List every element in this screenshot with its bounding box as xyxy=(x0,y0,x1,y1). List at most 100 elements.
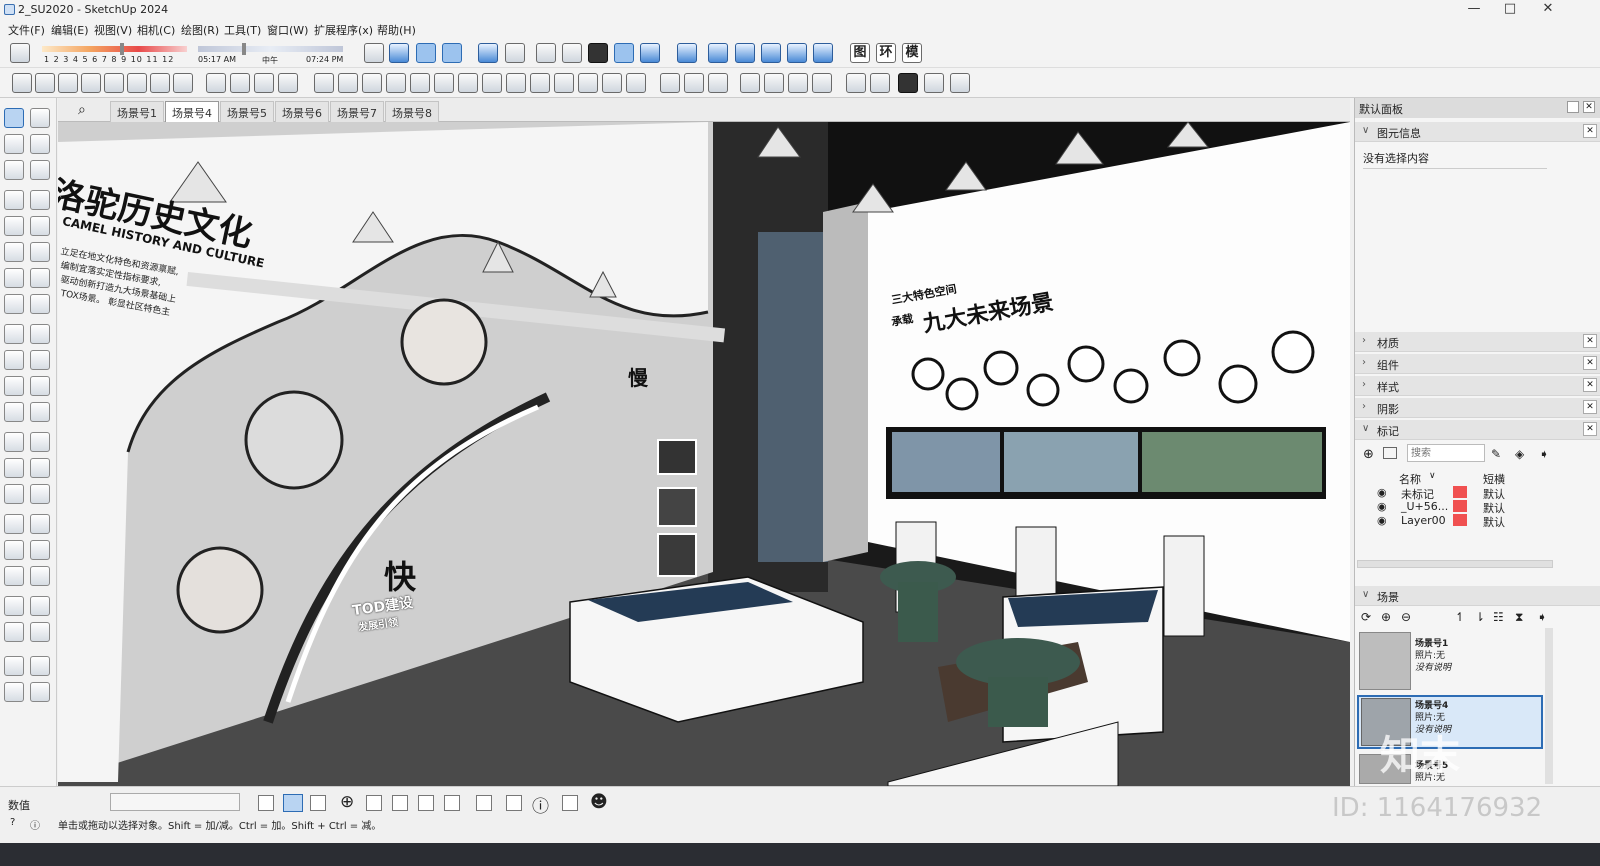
status-tool-1-icon[interactable] xyxy=(258,795,274,811)
solid-icon[interactable] xyxy=(898,73,918,93)
back-edges-icon[interactable] xyxy=(416,43,436,63)
date-slider[interactable] xyxy=(42,46,187,52)
zoom-extents-icon[interactable] xyxy=(4,566,24,586)
time-slider-handle[interactable] xyxy=(242,43,246,55)
wall-icon[interactable] xyxy=(58,73,78,93)
wave-1-icon[interactable] xyxy=(684,73,704,93)
tab-scene-6[interactable]: 场景号6 xyxy=(275,101,329,122)
tool-14-icon[interactable] xyxy=(626,73,646,93)
tool-1-icon[interactable] xyxy=(314,73,334,93)
columns-icon[interactable] xyxy=(812,73,832,93)
eye-icon[interactable]: ◉ xyxy=(1377,500,1387,513)
orbit-tool-icon[interactable] xyxy=(4,484,24,504)
rotated-rect-icon[interactable] xyxy=(30,216,50,236)
search-icon[interactable]: ⌕ xyxy=(78,102,86,118)
tags-col-name[interactable]: 名称 xyxy=(1399,471,1421,487)
walk-icon[interactable] xyxy=(30,596,50,616)
tag-color-swatch[interactable] xyxy=(1453,486,1467,498)
zoom-icon[interactable] xyxy=(4,540,24,560)
menu-window[interactable]: 窗口(W) xyxy=(267,22,308,38)
eye-icon[interactable]: ◉ xyxy=(1377,514,1387,527)
eraser-icon[interactable] xyxy=(30,134,50,154)
pan-icon[interactable] xyxy=(4,514,24,534)
hand-icon[interactable] xyxy=(788,73,808,93)
date-slider-handle[interactable] xyxy=(120,43,124,55)
bottom-view-icon[interactable] xyxy=(640,43,660,63)
color-by-tag-icon[interactable]: ◈ xyxy=(1515,447,1524,461)
scene-thumbnail[interactable] xyxy=(1359,632,1411,690)
pie-icon[interactable] xyxy=(30,294,50,314)
update-scene-icon[interactable]: ⧗ xyxy=(1515,610,1523,625)
tag-color-swatch[interactable] xyxy=(1453,500,1467,512)
tool-6-icon[interactable] xyxy=(434,73,454,93)
styles-header[interactable]: › 样式 ✕ xyxy=(1355,376,1600,396)
axes-icon[interactable] xyxy=(4,402,24,422)
details-icon[interactable]: ➧ xyxy=(1537,610,1547,624)
entity-info-header[interactable]: ∨ 图元信息 ✕ xyxy=(1355,122,1600,142)
front-view-icon[interactable] xyxy=(536,43,556,63)
close-icon[interactable]: ✕ xyxy=(1583,334,1597,348)
text-tool-icon[interactable] xyxy=(4,458,24,478)
tool-5-icon[interactable] xyxy=(410,73,430,93)
menu-file[interactable]: 文件(F) xyxy=(8,22,45,38)
style-model-button[interactable]: 模 xyxy=(902,43,922,63)
freehand-icon[interactable] xyxy=(30,190,50,210)
tags-scrollbar[interactable] xyxy=(1357,560,1553,568)
edit-icon[interactable] xyxy=(764,73,784,93)
section-tool-icon[interactable] xyxy=(30,622,50,642)
polygon-icon[interactable] xyxy=(30,242,50,262)
close-icon[interactable]: ✕ xyxy=(1583,124,1597,138)
view-options-icon[interactable]: ☷ xyxy=(1493,610,1504,624)
time-slider[interactable] xyxy=(198,46,343,52)
dots-icon[interactable] xyxy=(870,73,890,93)
tag-icon[interactable] xyxy=(30,160,50,180)
close-icon[interactable]: ✕ xyxy=(1583,422,1597,436)
tool-2-icon[interactable] xyxy=(338,73,358,93)
orbit-icon[interactable] xyxy=(364,43,384,63)
cart-icon[interactable] xyxy=(562,795,578,811)
tray-pin-icon[interactable] xyxy=(1567,101,1579,113)
shadows-header[interactable]: › 阴影 ✕ xyxy=(1355,398,1600,418)
roof-icon[interactable] xyxy=(127,73,147,93)
component-icon[interactable] xyxy=(4,160,24,180)
wave-2-icon[interactable] xyxy=(708,73,728,93)
section-display-icon[interactable] xyxy=(735,43,755,63)
close-button[interactable]: ✕ xyxy=(1530,0,1566,20)
rectangle-icon[interactable] xyxy=(4,216,24,236)
sort-chevron-icon[interactable]: ∨ xyxy=(1429,471,1436,481)
menu-extensions[interactable]: 扩展程序(x) xyxy=(314,22,373,38)
section-planes-icon[interactable] xyxy=(787,43,807,63)
arc-2pt-icon[interactable] xyxy=(30,268,50,288)
chat-icon[interactable] xyxy=(506,795,522,811)
bars-icon[interactable] xyxy=(278,73,298,93)
shield-icon[interactable] xyxy=(366,795,382,811)
components-header[interactable]: › 组件 ✕ xyxy=(1355,354,1600,374)
pin-icon[interactable] xyxy=(924,73,944,93)
pencil-icon[interactable]: ✎ xyxy=(1491,447,1501,461)
help-icon[interactable]: ? xyxy=(10,817,15,828)
tool-7-icon[interactable] xyxy=(458,73,478,93)
user-icon[interactable]: ☻ xyxy=(590,792,608,812)
spiral-icon[interactable] xyxy=(740,73,760,93)
info-icon[interactable]: ⓘ xyxy=(532,792,549,817)
scenes-header[interactable]: ∨ 场景 xyxy=(1355,586,1600,606)
chart-icon[interactable] xyxy=(392,795,408,811)
3d-viewport[interactable]: 洛驼历史文化 CAMEL HISTORY AND CULTURE 立足在地文化特… xyxy=(58,122,1350,786)
tool-9-icon[interactable] xyxy=(506,73,526,93)
menu-edit[interactable]: 编辑(E) xyxy=(51,22,89,38)
iso-view-icon[interactable] xyxy=(478,43,498,63)
tab-scene-5[interactable]: 场景号5 xyxy=(220,101,274,122)
3d-text-icon[interactable] xyxy=(30,458,50,478)
left-view-icon[interactable] xyxy=(614,43,634,63)
steps-icon[interactable] xyxy=(254,73,274,93)
shadow-settings-icon[interactable] xyxy=(10,43,30,63)
position-camera-icon[interactable] xyxy=(4,596,24,616)
arc-tool-icon[interactable] xyxy=(4,268,24,288)
style-env-button[interactable]: 环 xyxy=(876,43,896,63)
previous-view-icon[interactable] xyxy=(30,566,50,586)
tag-row-name[interactable]: Layer00 xyxy=(1401,514,1446,527)
move-icon[interactable] xyxy=(4,324,24,344)
tags-header[interactable]: ∨ 标记 ✕ xyxy=(1355,420,1600,440)
right-view-icon[interactable] xyxy=(562,43,582,63)
lasso-icon[interactable] xyxy=(30,108,50,128)
